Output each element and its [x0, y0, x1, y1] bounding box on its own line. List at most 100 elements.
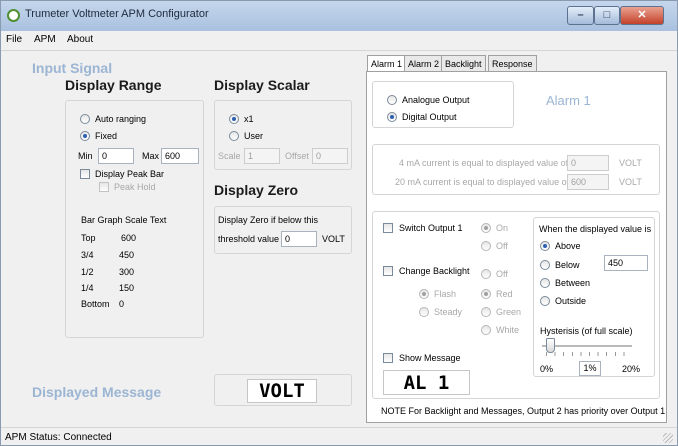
switch-output-label: Switch Output 1 [399, 223, 463, 233]
analogue-settings-group [372, 144, 660, 195]
display-zero-text-1: Display Zero if below this [218, 215, 319, 225]
analogue-output-label: Analogue Output [402, 95, 470, 105]
priority-note: NOTE For Backlight and Messages, Output … [381, 406, 666, 416]
scalar-user-label: User [244, 131, 264, 141]
show-message-checkbox[interactable] [383, 353, 393, 363]
backlight-off-label: Off [496, 269, 508, 279]
tab-backlight[interactable]: Backlight [441, 55, 486, 72]
digital-output-label: Digital Output [402, 112, 457, 122]
hysteresis-title: Hysterisis (of full scale) [540, 326, 633, 336]
auto-ranging-radio[interactable] [80, 114, 90, 124]
display-zero-unit: VOLT [322, 234, 345, 244]
peak-hold-checkbox[interactable] [99, 182, 109, 192]
switch-output-checkbox[interactable] [383, 223, 393, 233]
app-window: Trumeter Voltmeter APM Configurator – □ … [0, 0, 678, 446]
ma4-unit: VOLT [619, 158, 642, 168]
max-label: Max [142, 151, 160, 161]
below-radio[interactable] [540, 260, 550, 270]
hysteresis-min-label: 0% [540, 364, 554, 374]
scalar-x1-radio[interactable] [229, 114, 239, 124]
app-icon [7, 9, 20, 22]
display-scalar-heading: Display Scalar [214, 77, 310, 93]
scale-input[interactable]: 1 [244, 148, 280, 164]
scale-label-1-4: 1/4 [81, 283, 94, 293]
display-zero-heading: Display Zero [214, 182, 299, 198]
scalar-user-radio[interactable] [229, 131, 239, 141]
steady-radio[interactable] [419, 307, 429, 317]
above-radio[interactable] [540, 241, 550, 251]
tab-response[interactable]: Response [488, 55, 537, 72]
display-peak-bar-checkbox[interactable] [80, 169, 90, 179]
steady-label: Steady [434, 307, 463, 317]
hysteresis-max-label: 20% [622, 364, 641, 374]
status-bar: APM Status: Connected [1, 427, 677, 445]
green-label: Green [496, 307, 522, 317]
scale-label-3-4: 3/4 [81, 250, 94, 260]
display-zero-input[interactable]: 0 [281, 231, 317, 247]
white-label: White [496, 325, 520, 335]
peak-hold-label: Peak Hold [114, 182, 156, 192]
switch-on-radio[interactable] [481, 223, 491, 233]
digital-output-radio[interactable] [387, 112, 397, 122]
backlight-off-radio[interactable] [481, 269, 491, 279]
alarm-title: Alarm 1 [546, 93, 591, 108]
white-radio[interactable] [481, 325, 491, 335]
offset-label: Offset [285, 151, 309, 161]
offset-input[interactable]: 0 [312, 148, 348, 164]
change-backlight-checkbox[interactable] [383, 266, 393, 276]
scale-value-top: 600 [121, 233, 137, 243]
close-button[interactable]: ✕ [620, 6, 664, 25]
display-range-heading: Display Range [65, 77, 162, 93]
max-input[interactable]: 600 [161, 148, 199, 164]
below-label: Below [555, 260, 580, 270]
minimize-button[interactable]: – [567, 6, 594, 25]
displayed-message-box[interactable]: VOLT [247, 379, 317, 403]
green-radio[interactable] [481, 307, 491, 317]
between-radio[interactable] [540, 278, 550, 288]
input-signal-heading: Input Signal [32, 60, 113, 76]
ma20-unit: VOLT [619, 177, 642, 187]
switch-off-radio[interactable] [481, 241, 491, 251]
min-input[interactable]: 0 [98, 148, 134, 164]
threshold-input[interactable]: 450 [604, 255, 648, 271]
show-message-label: Show Message [399, 353, 461, 363]
scale-value-bottom: 0 [119, 299, 125, 309]
scale-label: Scale [218, 151, 241, 161]
scale-value-1-2: 300 [119, 267, 135, 277]
window-title: Trumeter Voltmeter APM Configurator [25, 8, 209, 20]
display-zero-text-2: threshold value [218, 234, 280, 244]
analogue-output-radio[interactable] [387, 95, 397, 105]
scale-label-1-2: 1/2 [81, 267, 94, 277]
outside-label: Outside [555, 296, 587, 306]
fixed-radio[interactable] [80, 131, 90, 141]
menu-bar: File APM About [1, 31, 677, 49]
title-bar[interactable]: Trumeter Voltmeter APM Configurator – □ … [1, 1, 677, 31]
scalar-x1-label: x1 [244, 114, 254, 124]
red-radio[interactable] [481, 289, 491, 299]
ma20-label: 20 mA current is equal to displayed valu… [395, 177, 570, 187]
switch-off-label: Off [496, 241, 508, 251]
flash-radio[interactable] [419, 289, 429, 299]
resize-grip[interactable] [663, 433, 673, 443]
switch-on-label: On [496, 223, 509, 233]
menu-apm[interactable]: APM [34, 34, 56, 45]
scale-label-bottom: Bottom [81, 299, 110, 309]
hysteresis-slider-thumb[interactable] [546, 338, 555, 353]
hysteresis-slider-track[interactable] [542, 345, 632, 347]
menu-about[interactable]: About [67, 34, 93, 45]
above-label: Above [555, 241, 581, 251]
ma4-input[interactable]: 0 [567, 155, 609, 171]
ma4-label: 4 mA current is equal to displayed value… [399, 158, 569, 168]
change-backlight-label: Change Backlight [399, 266, 470, 276]
maximize-button[interactable]: □ [594, 6, 620, 25]
red-label: Red [496, 289, 513, 299]
alarm-message-box[interactable]: AL 1 [383, 370, 470, 395]
scale-value-1-4: 150 [119, 283, 135, 293]
menu-file[interactable]: File [6, 34, 22, 45]
tab-alarm-2[interactable]: Alarm 2 [404, 55, 444, 72]
outside-radio[interactable] [540, 296, 550, 306]
bar-graph-scale-title: Bar Graph Scale Text [81, 215, 167, 225]
ma20-input[interactable]: 600 [567, 174, 609, 190]
apm-status: APM Status: Connected [5, 432, 112, 443]
displayed-message-label: Displayed Message [32, 384, 162, 400]
